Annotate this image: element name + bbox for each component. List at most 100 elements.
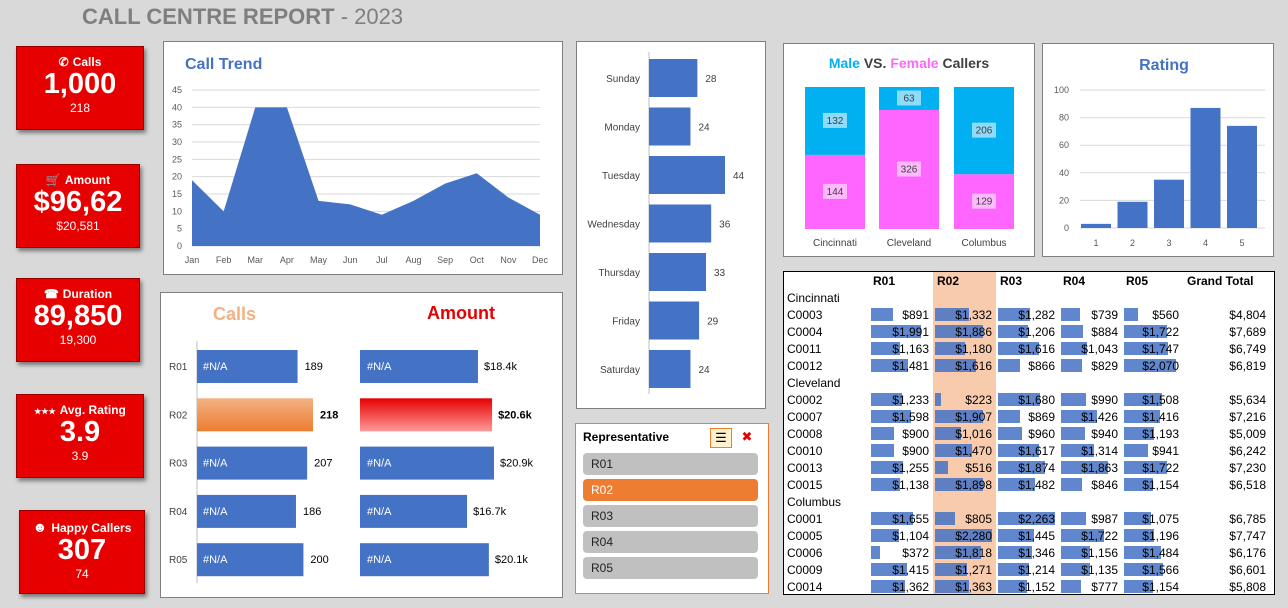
trend-xtick: Apr (280, 255, 294, 265)
representative-slicer: Representative ☰ ✖ R01 R02 R03 R04 R05 (575, 423, 769, 594)
pivot-empty-cell (996, 374, 1059, 391)
kpi-rating-sub: 3.9 (71, 449, 89, 463)
pivot-value: $560 (1152, 307, 1179, 322)
pivot-value-cell: $1,016 (933, 425, 996, 442)
pivot-value: $1,818 (955, 545, 992, 560)
rep-amount-na: #N/A (367, 361, 392, 373)
kpi-happy-sub: 74 (75, 567, 89, 581)
pivot-value-cell: $1,863 (1059, 459, 1122, 476)
pivot-row: C0003 $891 $1,332 $1,282 $739 $560 $4,804 (784, 306, 1274, 323)
rating-xtick: 5 (1239, 238, 1244, 248)
pivot-value-cell: $1,722 (1122, 323, 1183, 340)
pivot-empty-cell (1122, 374, 1183, 391)
pivot-caller-id: C0003 (787, 307, 823, 322)
trend-ytick: 10 (172, 206, 182, 216)
kpi-calls-value: 1,000 (43, 68, 117, 100)
pivot-empty-cell (1122, 289, 1183, 306)
pivot-caller-id: C0008 (787, 426, 823, 441)
kpi-duration-value: 89,850 (33, 300, 123, 332)
clear-filter-icon[interactable]: ✖ (737, 428, 757, 446)
rep-label: R05 (169, 555, 188, 566)
report-year: 2023 (354, 4, 404, 29)
rep-amount-value: $20.1k (495, 554, 529, 566)
pivot-value: $777 (1091, 579, 1118, 594)
pivot-value: $900 (902, 426, 929, 441)
pivot-value: $900 (902, 443, 929, 458)
slicer-item-r03[interactable]: R03 (583, 505, 758, 527)
pivot-databar (871, 427, 894, 440)
slicer-item-r01[interactable]: R01 (583, 453, 758, 475)
rep-amount-value: $16.7k (473, 506, 507, 518)
weekday-label: Tuesday (602, 171, 640, 182)
weekday-value: 24 (698, 365, 710, 376)
pivot-value: $891 (902, 307, 929, 322)
pivot-databar (1061, 359, 1082, 372)
rep-calls-na: #N/A (203, 458, 228, 470)
weekday-value: 36 (719, 220, 731, 231)
pivot-empty-cell (869, 374, 933, 391)
pivot-value-cell: $739 (1059, 306, 1122, 323)
pivot-panel: R01 R02 R03 R04 R05 Grand Total Cincinna… (783, 271, 1275, 595)
weekday-value: 29 (707, 317, 719, 328)
slicer-item-r05[interactable]: R05 (583, 557, 758, 579)
pivot-value: $2,263 (1018, 511, 1055, 526)
rep-amount-bar (360, 398, 493, 432)
trend-ytick: 40 (172, 102, 182, 112)
weekday-label: Wednesday (587, 220, 640, 231)
pivot-table: R01 R02 R03 R04 R05 Grand Total Cincinna… (784, 272, 1274, 594)
weekday-bar (649, 301, 700, 340)
pivot-value: $1,206 (1018, 324, 1055, 339)
pivot-value: $372 (902, 545, 929, 560)
pivot-value: $1,470 (955, 443, 992, 458)
pivot-grand-total: $6,785 (1229, 511, 1266, 526)
smiley-icon: ☻ (32, 519, 48, 535)
pivot-value-cell: $891 (869, 306, 933, 323)
pivot-value: $1,416 (1142, 409, 1179, 424)
pivot-databar (935, 512, 955, 525)
pivot-row: C0012 $1,481 $1,616 $866 $829 $2,070 $6,819 (784, 357, 1274, 374)
rep-calls-na: #N/A (203, 506, 228, 518)
pivot-value-cell: $1,196 (1122, 527, 1183, 544)
weekday-value: 28 (705, 74, 717, 85)
pivot-row: C0005 $1,104 $2,280 $1,445 $1,722 $1,196 $7,74… (784, 527, 1274, 544)
pivot-header-r02: R02 (933, 272, 996, 289)
pivot-grand-total: $7,689 (1229, 324, 1266, 339)
pivot-value-cell: $1,482 (996, 476, 1059, 493)
rep-label: R01 (169, 362, 188, 373)
kpi-rating-value: 3.9 (59, 416, 101, 448)
pivot-value-cell: $1,138 (869, 476, 933, 493)
pivot-value-cell: $223 (933, 391, 996, 408)
rating-ytick: 20 (1059, 195, 1069, 205)
multi-select-icon[interactable]: ☰ (710, 428, 732, 448)
pivot-grand-total: $7,216 (1229, 409, 1266, 424)
pivot-databar (871, 444, 894, 457)
pivot-value-cell: $1,156 (1059, 544, 1122, 561)
pivot-value-cell: $1,043 (1059, 340, 1122, 357)
rep-calls-value: 200 (310, 554, 328, 566)
pivot-value: $1,598 (892, 409, 929, 424)
pivot-value: $1,445 (1018, 528, 1055, 543)
rep-label: R04 (169, 507, 188, 518)
kpi-duration-card: ☎ Duration 89,850 19,300 (16, 278, 140, 362)
kpi-amount-label: Amount (64, 173, 111, 187)
pivot-value-cell: $884 (1059, 323, 1122, 340)
kpi-amount-value: $96,62 (33, 186, 123, 218)
pivot-grand-total: $6,242 (1229, 443, 1266, 458)
pivot-databar (1061, 393, 1086, 406)
slicer-item-r02[interactable]: R02 (583, 479, 758, 501)
trend-xtick: Jun (343, 255, 358, 265)
pivot-value: $1,508 (1142, 392, 1179, 407)
slicer-item-r04[interactable]: R04 (583, 531, 758, 553)
pivot-caller-id: C0015 (787, 477, 823, 492)
pivot-databar (935, 393, 941, 406)
pivot-databar (1061, 478, 1082, 491)
gender-city-label: Cleveland (887, 238, 931, 249)
trend-xtick: Sep (437, 255, 453, 265)
pivot-value: $1,282 (1018, 307, 1055, 322)
pivot-value-cell: $1,416 (1122, 408, 1183, 425)
pivot-caller-id: C0007 (787, 409, 823, 424)
pivot-value-cell: $1,075 (1122, 510, 1183, 527)
pivot-value-cell: $1,616 (996, 340, 1059, 357)
kpi-happy-label: Happy Callers (51, 521, 132, 535)
pivot-value-cell: $1,598 (869, 408, 933, 425)
